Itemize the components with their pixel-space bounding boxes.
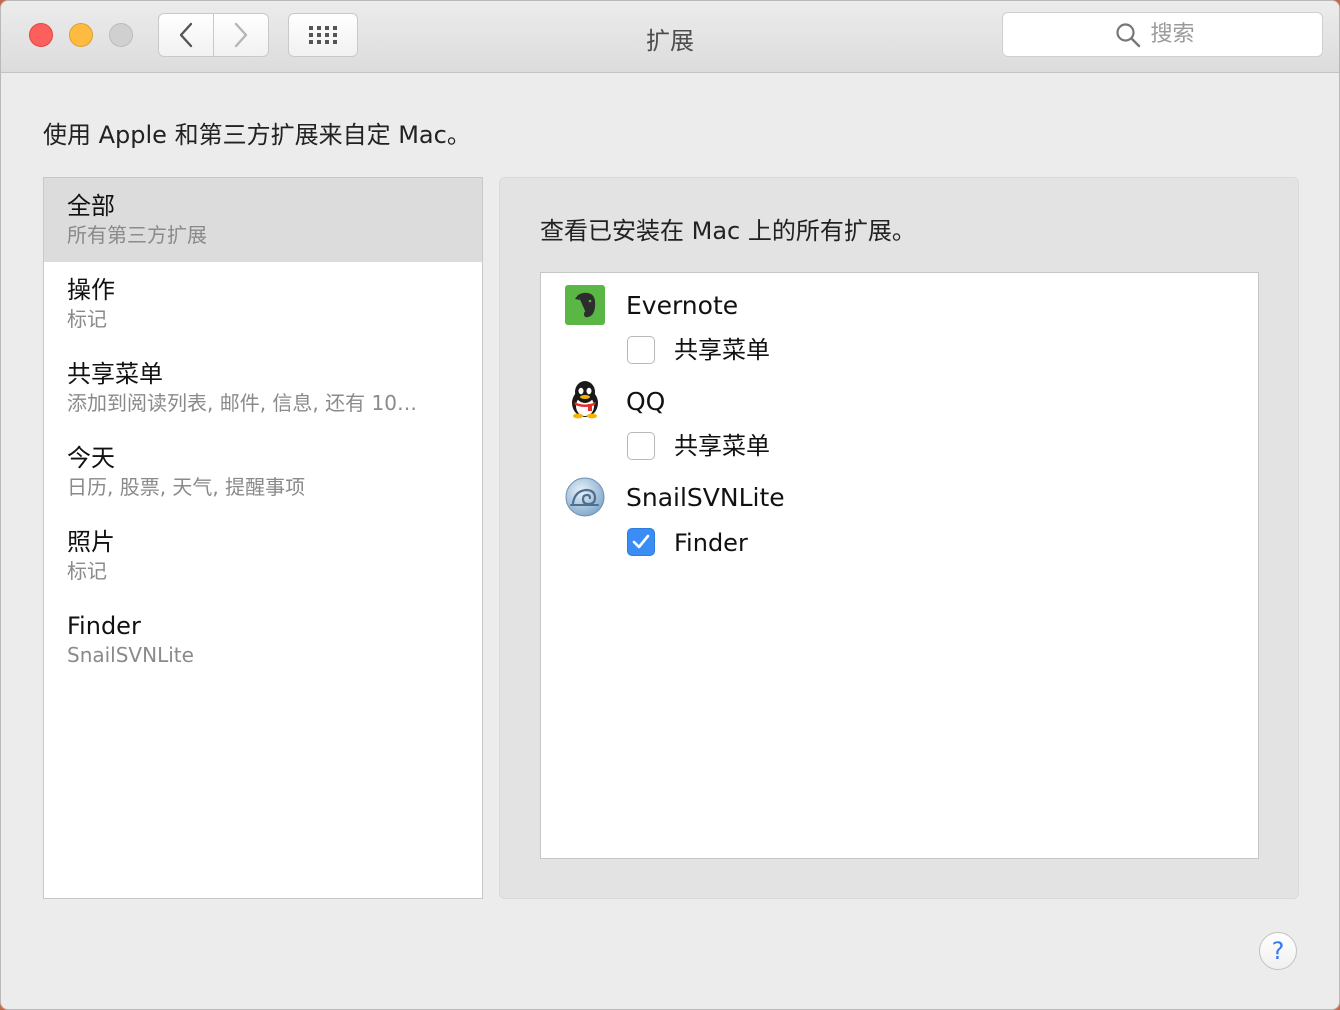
app-name-qq: QQ <box>626 387 666 416</box>
sidebar-item-title: 共享菜单 <box>67 360 163 388</box>
checkbox-label: Finder <box>674 529 748 557</box>
checkbox-snailsvnlite-finder[interactable] <box>627 528 655 556</box>
titlebar: 扩展 <box>1 1 1339 73</box>
app-name-evernote: Evernote <box>626 291 739 320</box>
search-field[interactable] <box>1002 12 1323 57</box>
checkbox-label: 共享菜单 <box>674 432 770 460</box>
extensions-window: 扩展 使用 Apple 和第三方扩展来自定 Mac。 全部 所有第三方扩展 操作… <box>0 0 1340 1010</box>
extension-category-list: 全部 所有第三方扩展 操作 标记 共享菜单 添加到阅读列表, 邮件, 信息, 还… <box>43 177 483 899</box>
sidebar-item-actions[interactable]: 操作 标记 <box>44 262 482 346</box>
evernote-icon <box>565 285 605 325</box>
sidebar-item-subtitle: 日历, 股票, 天气, 提醒事项 <box>67 475 306 499</box>
sidebar-item-subtitle: 添加到阅读列表, 邮件, 信息, 还有 10… <box>67 391 417 415</box>
sidebar-item-photos[interactable]: 照片 标记 <box>44 514 482 598</box>
sidebar-item-finder[interactable]: Finder SnailSVNLite <box>44 598 482 682</box>
checkbox-label: 共享菜单 <box>674 336 770 364</box>
page-description: 使用 Apple 和第三方扩展来自定 Mac。 <box>43 121 471 149</box>
search-input[interactable] <box>1150 22 1211 47</box>
extension-list: Evernote 共享菜单 QQ 共享菜单 SnailSVNLite Finde… <box>540 272 1259 859</box>
sidebar-item-subtitle: SnailSVNLite <box>67 643 194 667</box>
sidebar-item-title: 全部 <box>67 192 115 220</box>
sidebar-item-share-menu[interactable]: 共享菜单 添加到阅读列表, 邮件, 信息, 还有 10… <box>44 346 482 430</box>
sidebar-item-subtitle: 所有第三方扩展 <box>67 223 207 247</box>
sidebar-item-subtitle: 标记 <box>67 307 107 331</box>
sidebar-item-all[interactable]: 全部 所有第三方扩展 <box>44 178 482 262</box>
checkbox-qq-share-menu[interactable] <box>627 432 655 460</box>
panel-description: 查看已安装在 Mac 上的所有扩展。 <box>540 217 916 245</box>
sidebar-item-today[interactable]: 今天 日历, 股票, 天气, 提醒事项 <box>44 430 482 514</box>
sidebar-item-title: Finder <box>67 612 141 640</box>
extension-detail-panel: 查看已安装在 Mac 上的所有扩展。 Evernote 共享菜单 QQ 共享菜单… <box>499 177 1299 899</box>
sidebar-item-subtitle: 标记 <box>67 559 107 583</box>
snailsvn-icon <box>565 477 605 517</box>
search-icon <box>1115 22 1140 47</box>
app-name-snailsvnlite: SnailSVNLite <box>626 483 785 512</box>
sidebar-item-title: 今天 <box>67 444 115 472</box>
help-button[interactable]: ? <box>1259 932 1297 970</box>
qq-icon <box>572 381 598 419</box>
sidebar-item-title: 操作 <box>67 276 115 304</box>
checkbox-evernote-share-menu[interactable] <box>627 336 655 364</box>
sidebar-item-title: 照片 <box>67 528 115 556</box>
checkmark-icon <box>632 534 650 549</box>
